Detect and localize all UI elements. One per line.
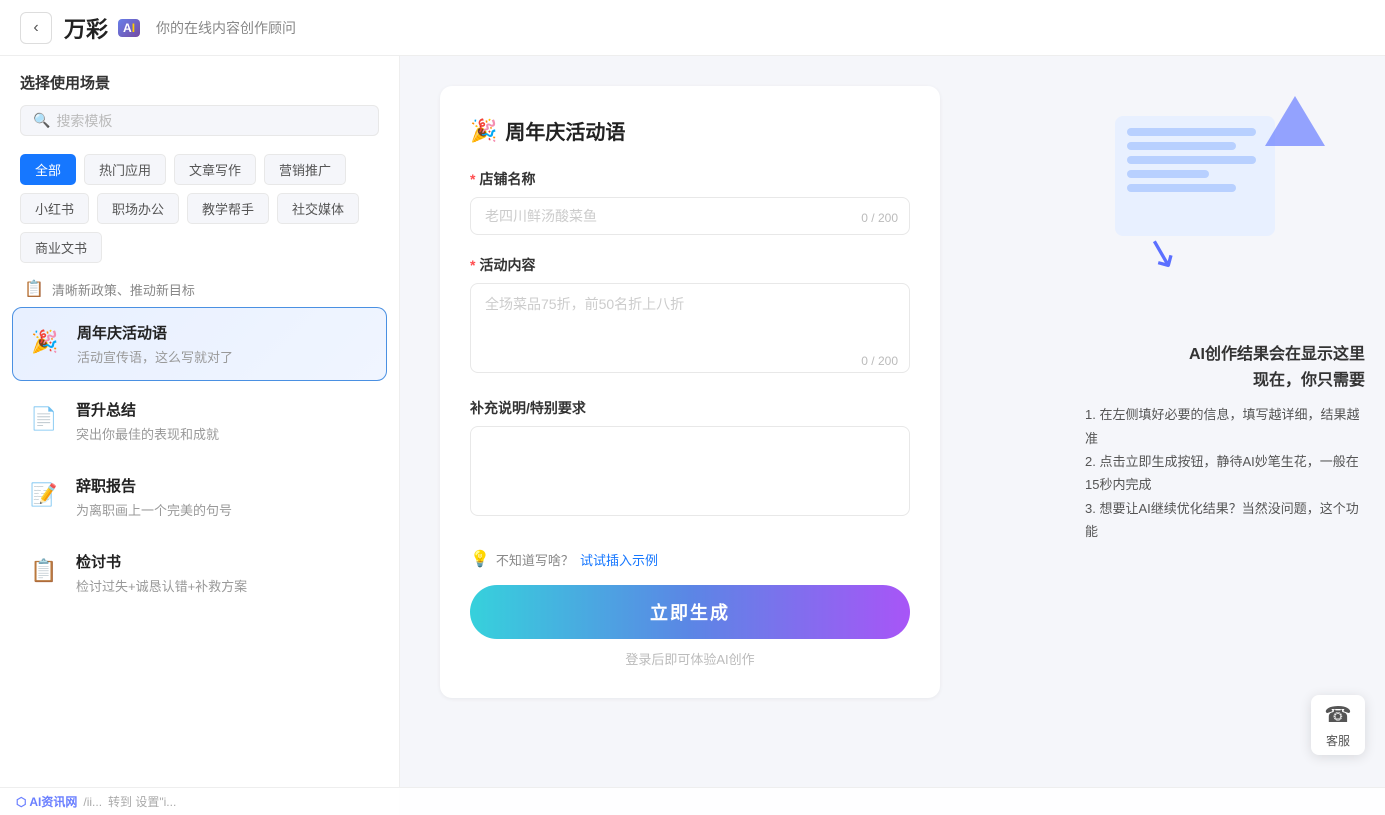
illus-line <box>1127 170 1209 178</box>
template-desc-review: 检讨过失+诚恳认错+补救方案 <box>76 576 375 595</box>
hint-link[interactable]: 试试插入示例 <box>580 550 658 569</box>
sidebar-header: 选择使用场景 🔍 <box>0 56 399 144</box>
field-supplement: 补充说明/特别要求 <box>470 398 910 521</box>
cat-tab-all[interactable]: 全部 <box>20 154 76 185</box>
template-icon-review: 📋 <box>24 551 64 591</box>
ai-hint-step1: 1. 在左侧填好必要的信息，填写越详细，结果越准 <box>1085 403 1365 450</box>
template-name-promotion: 晋升总结 <box>76 399 375 420</box>
search-icon: 🔍 <box>33 112 50 129</box>
label-shop-name: * 店铺名称 <box>470 169 910 189</box>
activity-content-textarea[interactable] <box>470 283 910 373</box>
template-info-promotion: 晋升总结 突出你最佳的表现和成就 <box>76 399 375 443</box>
cat-tab-hot[interactable]: 热门应用 <box>84 154 166 185</box>
search-input[interactable] <box>56 113 366 129</box>
bottom-logo: ⬡ AI资讯网 <box>16 793 77 810</box>
back-icon: ‹ <box>33 19 38 37</box>
login-hint: 登录后即可体验AI创作 <box>470 649 910 668</box>
cat-tab-business[interactable]: 商业文书 <box>20 232 102 263</box>
ai-hint-list: 1. 在左侧填好必要的信息，填写越详细，结果越准 2. 点击立即生成按钮，静待A… <box>1085 403 1365 543</box>
main-layout: 选择使用场景 🔍 全部 热门应用 文章写作 营销推广 小红书 职场办公 教学帮手… <box>0 56 1385 815</box>
generate-label: 立即生成 <box>650 603 730 623</box>
content-area: 🎉 周年庆活动语 * 店铺名称 0 / 200 * 活动内容 <box>400 56 1065 815</box>
illus-line <box>1127 142 1236 150</box>
ai-hint-step3: 3. 想要让AI继续优化结果？当然没问题，这个功能 <box>1085 497 1365 544</box>
form-card: 🎉 周年庆活动语 * 店铺名称 0 / 200 * 活动内容 <box>440 86 940 698</box>
shop-name-count: 0 / 200 <box>861 211 898 225</box>
hint-icon: 💡 <box>470 549 490 569</box>
cs-label: 客服 <box>1326 732 1350 749</box>
cat-tab-office[interactable]: 职场办公 <box>97 193 179 224</box>
template-list: 📋 清晰新政策、推动新目标 🎉 周年庆活动语 活动宣传语，这么写就对了 📄 晋升… <box>0 271 399 815</box>
template-name-anniversary: 周年庆活动语 <box>77 322 374 343</box>
logo-ai: AI <box>118 19 140 37</box>
policy-item[interactable]: 📋 清晰新政策、推动新目标 <box>12 271 387 307</box>
template-desc-promotion: 突出你最佳的表现和成就 <box>76 424 375 443</box>
template-info-resignation: 辞职报告 为离职画上一个完美的句号 <box>76 475 375 519</box>
template-item-anniversary[interactable]: 🎉 周年庆活动语 活动宣传语，这么写就对了 <box>12 307 387 381</box>
cat-tab-marketing[interactable]: 营销推广 <box>264 154 346 185</box>
template-name-review: 检讨书 <box>76 551 375 572</box>
form-title-icon: 🎉 <box>470 118 497 144</box>
logo-text: 万彩 <box>64 12 108 44</box>
back-button[interactable]: ‹ <box>20 12 52 44</box>
category-tabs: 全部 热门应用 文章写作 营销推广 小红书 职场办公 教学帮手 社交媒体 商业文… <box>0 144 399 271</box>
template-desc-resignation: 为离职画上一个完美的句号 <box>76 500 375 519</box>
template-info-anniversary: 周年庆活动语 活动宣传语，这么写就对了 <box>77 322 374 366</box>
template-name-resignation: 辞职报告 <box>76 475 375 496</box>
ai-hint-step2: 2. 点击立即生成按钮，静待AI妙笔生花，一般在15秒内完成 <box>1085 450 1365 497</box>
form-title: 🎉 周年庆活动语 <box>470 116 910 145</box>
template-info-review: 检讨书 检讨过失+诚恳认错+补救方案 <box>76 551 375 595</box>
header-subtitle: 你的在线内容创作顾问 <box>156 18 296 38</box>
ai-hint-title: AI创作结果会在显示这里 现在，你只需要 <box>1085 342 1365 393</box>
template-item-review[interactable]: 📋 检讨书 检讨过失+诚恳认错+补救方案 <box>12 537 387 609</box>
generate-button[interactable]: 立即生成 <box>470 585 910 639</box>
field-shop-name: * 店铺名称 0 / 200 <box>470 169 910 235</box>
preview-illustration: ↙ <box>1085 86 1365 326</box>
cs-icon: ☎ <box>1324 702 1351 728</box>
search-box: 🔍 <box>20 105 379 136</box>
ai-hint-title-line1: AI创作结果会在显示这里 <box>1189 346 1365 363</box>
activity-content-wrapper: 0 / 200 <box>470 283 910 378</box>
policy-text: 清晰新政策、推动新目标 <box>52 280 195 299</box>
customer-service-button[interactable]: ☎ 客服 <box>1311 695 1365 755</box>
shop-name-wrapper: 0 / 200 <box>470 197 910 235</box>
bottom-bar: ⬡ AI资讯网 /ii... 转到 设置"i... <box>0 787 1385 815</box>
illus-doc <box>1115 116 1275 236</box>
logo-area: 万彩 AI <box>64 12 140 44</box>
bottom-text2: 转到 设置"i... <box>108 793 176 810</box>
sidebar-title: 选择使用场景 <box>20 72 379 93</box>
supplement-textarea[interactable] <box>470 426 910 516</box>
illus-line <box>1127 184 1236 192</box>
required-mark: * <box>470 171 475 187</box>
cat-tab-teaching[interactable]: 教学帮手 <box>187 193 269 224</box>
policy-icon: 📋 <box>24 279 44 299</box>
template-icon-anniversary: 🎉 <box>25 322 65 362</box>
activity-content-count: 0 / 200 <box>861 354 898 368</box>
template-item-promotion[interactable]: 📄 晋升总结 突出你最佳的表现和成就 <box>12 385 387 457</box>
required-mark2: * <box>470 257 475 273</box>
template-icon-resignation: 📝 <box>24 475 64 515</box>
cat-tab-xiaohongshu[interactable]: 小红书 <box>20 193 89 224</box>
hint-text: 不知道写啥？ <box>496 550 574 569</box>
field-activity-content: * 活动内容 0 / 200 <box>470 255 910 378</box>
label-activity-content: * 活动内容 <box>470 255 910 275</box>
illus-triangle <box>1265 96 1325 146</box>
form-title-text: 周年庆活动语 <box>505 116 625 145</box>
bottom-text: /ii... <box>83 795 102 809</box>
illus-line <box>1127 156 1256 164</box>
template-desc-anniversary: 活动宣传语，这么写就对了 <box>77 347 374 366</box>
ai-hint-title-line2: 现在，你只需要 <box>1253 372 1365 389</box>
hint-row: 💡 不知道写啥？ 试试插入示例 <box>470 541 910 577</box>
template-item-resignation[interactable]: 📝 辞职报告 为离职画上一个完美的句号 <box>12 461 387 533</box>
header: ‹ 万彩 AI 你的在线内容创作顾问 <box>0 0 1385 56</box>
cat-tab-article[interactable]: 文章写作 <box>174 154 256 185</box>
illus-line <box>1127 128 1256 136</box>
sidebar: 选择使用场景 🔍 全部 热门应用 文章写作 营销推广 小红书 职场办公 教学帮手… <box>0 56 400 815</box>
ai-hint-box: AI创作结果会在显示这里 现在，你只需要 1. 在左侧填好必要的信息，填写越详细… <box>1085 342 1365 544</box>
cat-tab-social[interactable]: 社交媒体 <box>277 193 359 224</box>
template-icon-promotion: 📄 <box>24 399 64 439</box>
shop-name-input[interactable] <box>470 197 910 235</box>
label-supplement: 补充说明/特别要求 <box>470 398 910 418</box>
